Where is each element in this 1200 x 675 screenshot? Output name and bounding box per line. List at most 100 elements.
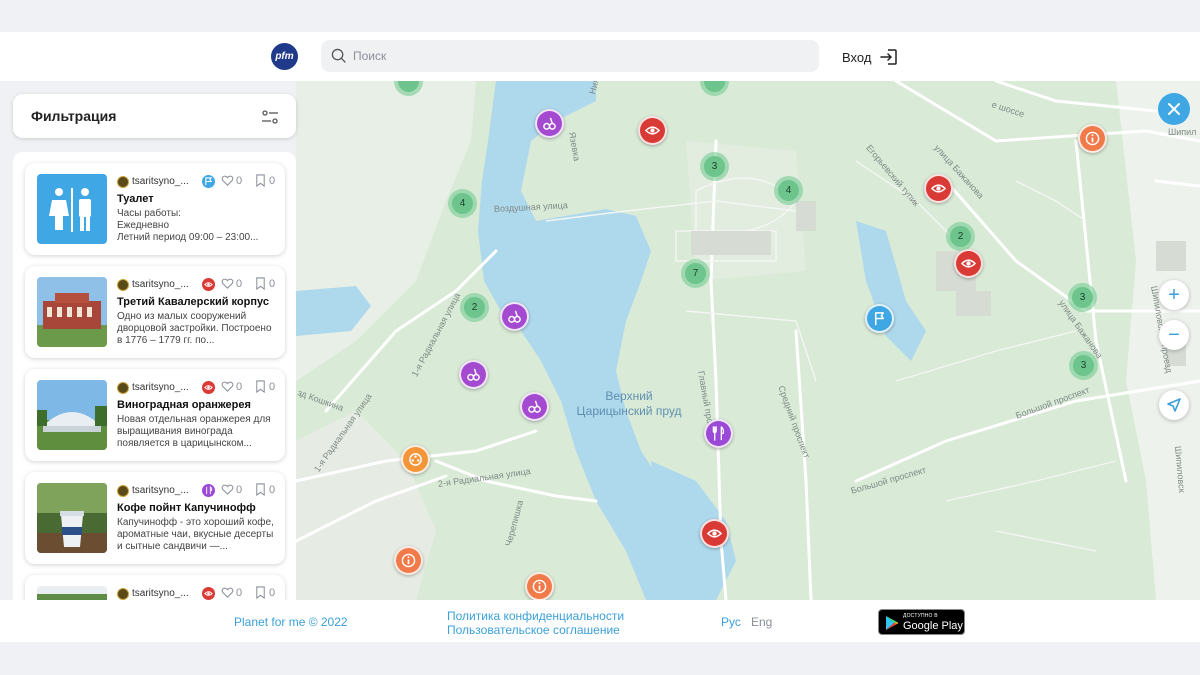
bookmark-icon <box>256 380 265 393</box>
like-button[interactable]: 0 <box>221 483 242 496</box>
place-name: Туалет <box>117 193 154 205</box>
author-avatar <box>117 176 129 188</box>
info-marker[interactable] <box>1078 124 1107 153</box>
place-thumbnail <box>37 380 107 450</box>
info-icon <box>1085 131 1100 146</box>
flag-icon <box>205 177 213 186</box>
zoom-out-button[interactable]: − <box>1159 320 1189 350</box>
gplay-title: Google Play <box>903 620 963 632</box>
google-play-button[interactable]: ДОСТУПНО В Google Play <box>878 609 965 635</box>
filter-panel[interactable]: Фильтрация <box>13 94 296 138</box>
info-marker[interactable] <box>394 546 423 575</box>
bookmark-count: 0 <box>269 174 276 187</box>
cluster-marker[interactable]: 3 <box>1068 283 1097 312</box>
sight-marker[interactable] <box>954 249 983 278</box>
author-avatar <box>117 382 129 394</box>
playground-marker[interactable] <box>520 392 549 421</box>
flag-icon <box>875 312 884 326</box>
bookmark-icon <box>256 586 265 599</box>
cluster-marker[interactable]: 7 <box>681 259 710 288</box>
author-avatar <box>117 588 129 600</box>
place-card[interactable]: tsaritsyno_... 0 0 Виноградная оранжерея… <box>25 369 285 461</box>
bookmark-button[interactable]: 0 <box>254 174 275 187</box>
close-icon <box>1168 103 1180 115</box>
greenhouse-photo <box>37 380 107 450</box>
like-button[interactable]: 0 <box>221 277 242 290</box>
bookmark-button[interactable]: 0 <box>254 483 275 496</box>
like-button[interactable]: 0 <box>221 380 242 393</box>
place-description: Капучинофф - это хороший кофе, ароматные… <box>117 517 274 552</box>
zoom-in-button[interactable]: + <box>1159 280 1189 310</box>
place-name: Кофе пойнт Капучинофф <box>117 502 256 514</box>
flag-marker[interactable] <box>865 304 894 333</box>
terms-link[interactable]: Пользовательское соглашение <box>447 623 624 637</box>
author-name[interactable]: tsaritsyno_... <box>132 588 189 599</box>
toilet-icon <box>49 188 91 232</box>
close-map-button[interactable] <box>1158 93 1190 125</box>
playground-icon <box>543 117 556 130</box>
map[interactable]: Воздушная улица 1-я Радиальная улица 2-я… <box>296 81 1200 600</box>
cluster-marker[interactable]: 2 <box>946 222 975 251</box>
geolocate-button[interactable] <box>1159 390 1189 420</box>
film-reel-icon <box>409 453 422 466</box>
like-button[interactable]: 0 <box>221 174 242 187</box>
filter-settings-icon[interactable] <box>260 107 280 127</box>
bookmark-count: 0 <box>269 586 276 599</box>
place-thumbnail <box>37 277 107 347</box>
info-marker[interactable] <box>525 572 554 600</box>
place-card[interactable]: tsaritsyno_... 0 0 Кофе пойнт Капучинофф… <box>25 472 285 564</box>
sight-marker[interactable] <box>700 519 729 548</box>
street-label: Шипил <box>1168 127 1197 137</box>
cluster-marker[interactable]: 3 <box>700 152 729 181</box>
author-name[interactable]: tsaritsyno_... <box>132 176 189 187</box>
bookmark-count: 0 <box>269 277 276 290</box>
bookmark-button[interactable]: 0 <box>254 277 275 290</box>
eye-icon <box>204 591 213 596</box>
place-name: Виноградная оранжерея <box>117 399 251 411</box>
playground-marker[interactable] <box>500 302 529 331</box>
place-thumbnail <box>37 174 107 244</box>
search-input[interactable] <box>353 40 803 72</box>
places-list[interactable]: tsaritsyno_... 0 0 Туалет Часы работы: Е… <box>13 152 296 600</box>
cluster-marker[interactable]: 4 <box>448 189 477 218</box>
author-name[interactable]: tsaritsyno_... <box>132 279 189 290</box>
food-marker[interactable] <box>704 419 733 448</box>
sight-marker[interactable] <box>924 174 953 203</box>
bookmark-button[interactable]: 0 <box>254 380 275 393</box>
bookmark-count: 0 <box>269 380 276 393</box>
cluster-marker[interactable]: 4 <box>774 176 803 205</box>
category-badge <box>202 175 215 188</box>
place-description: Часы работы: Ежедневно Летний период 09:… <box>117 208 259 243</box>
privacy-link[interactable]: Политика конфиденциальности <box>447 609 624 623</box>
playground-marker[interactable] <box>459 360 488 389</box>
bookmark-icon <box>256 483 265 496</box>
copyright: Planet for me © 2022 <box>234 615 348 629</box>
entertainment-marker[interactable] <box>401 445 430 474</box>
fork-knife-icon <box>712 426 725 441</box>
author-avatar <box>117 279 129 291</box>
sight-marker[interactable] <box>638 116 667 145</box>
cluster-marker[interactable]: 2 <box>460 293 489 322</box>
author-name[interactable]: tsaritsyno_... <box>132 382 189 393</box>
footer-links: Политика конфиденциальности Пользователь… <box>447 609 624 637</box>
coffee-photo <box>37 483 107 553</box>
logo[interactable]: pfm <box>271 43 298 70</box>
place-card[interactable]: tsaritsyno_... 0 0 Туалет Часы работы: Е… <box>25 163 285 255</box>
info-icon <box>532 579 547 594</box>
bookmark-button[interactable]: 0 <box>254 586 275 599</box>
gplay-caption: ДОСТУПНО В <box>903 613 938 619</box>
place-card[interactable]: tsaritsyno_... 0 0 Третий Кавалерский ко… <box>25 266 285 358</box>
category-badge <box>202 587 215 600</box>
search-box[interactable] <box>321 40 819 72</box>
login-button[interactable]: Вход <box>842 46 899 68</box>
lang-ru-link[interactable]: Рус <box>721 615 741 629</box>
playground-marker[interactable] <box>535 109 564 138</box>
author-name[interactable]: tsaritsyno_... <box>132 485 189 496</box>
like-button[interactable]: 0 <box>221 586 242 599</box>
playground-icon <box>528 400 541 413</box>
login-label: Вход <box>842 49 872 65</box>
place-card[interactable]: tsaritsyno_... 0 0 <box>25 575 285 600</box>
cluster-marker[interactable]: 3 <box>1069 351 1098 380</box>
eye-icon <box>645 126 660 135</box>
lang-en-link[interactable]: Eng <box>751 615 772 629</box>
